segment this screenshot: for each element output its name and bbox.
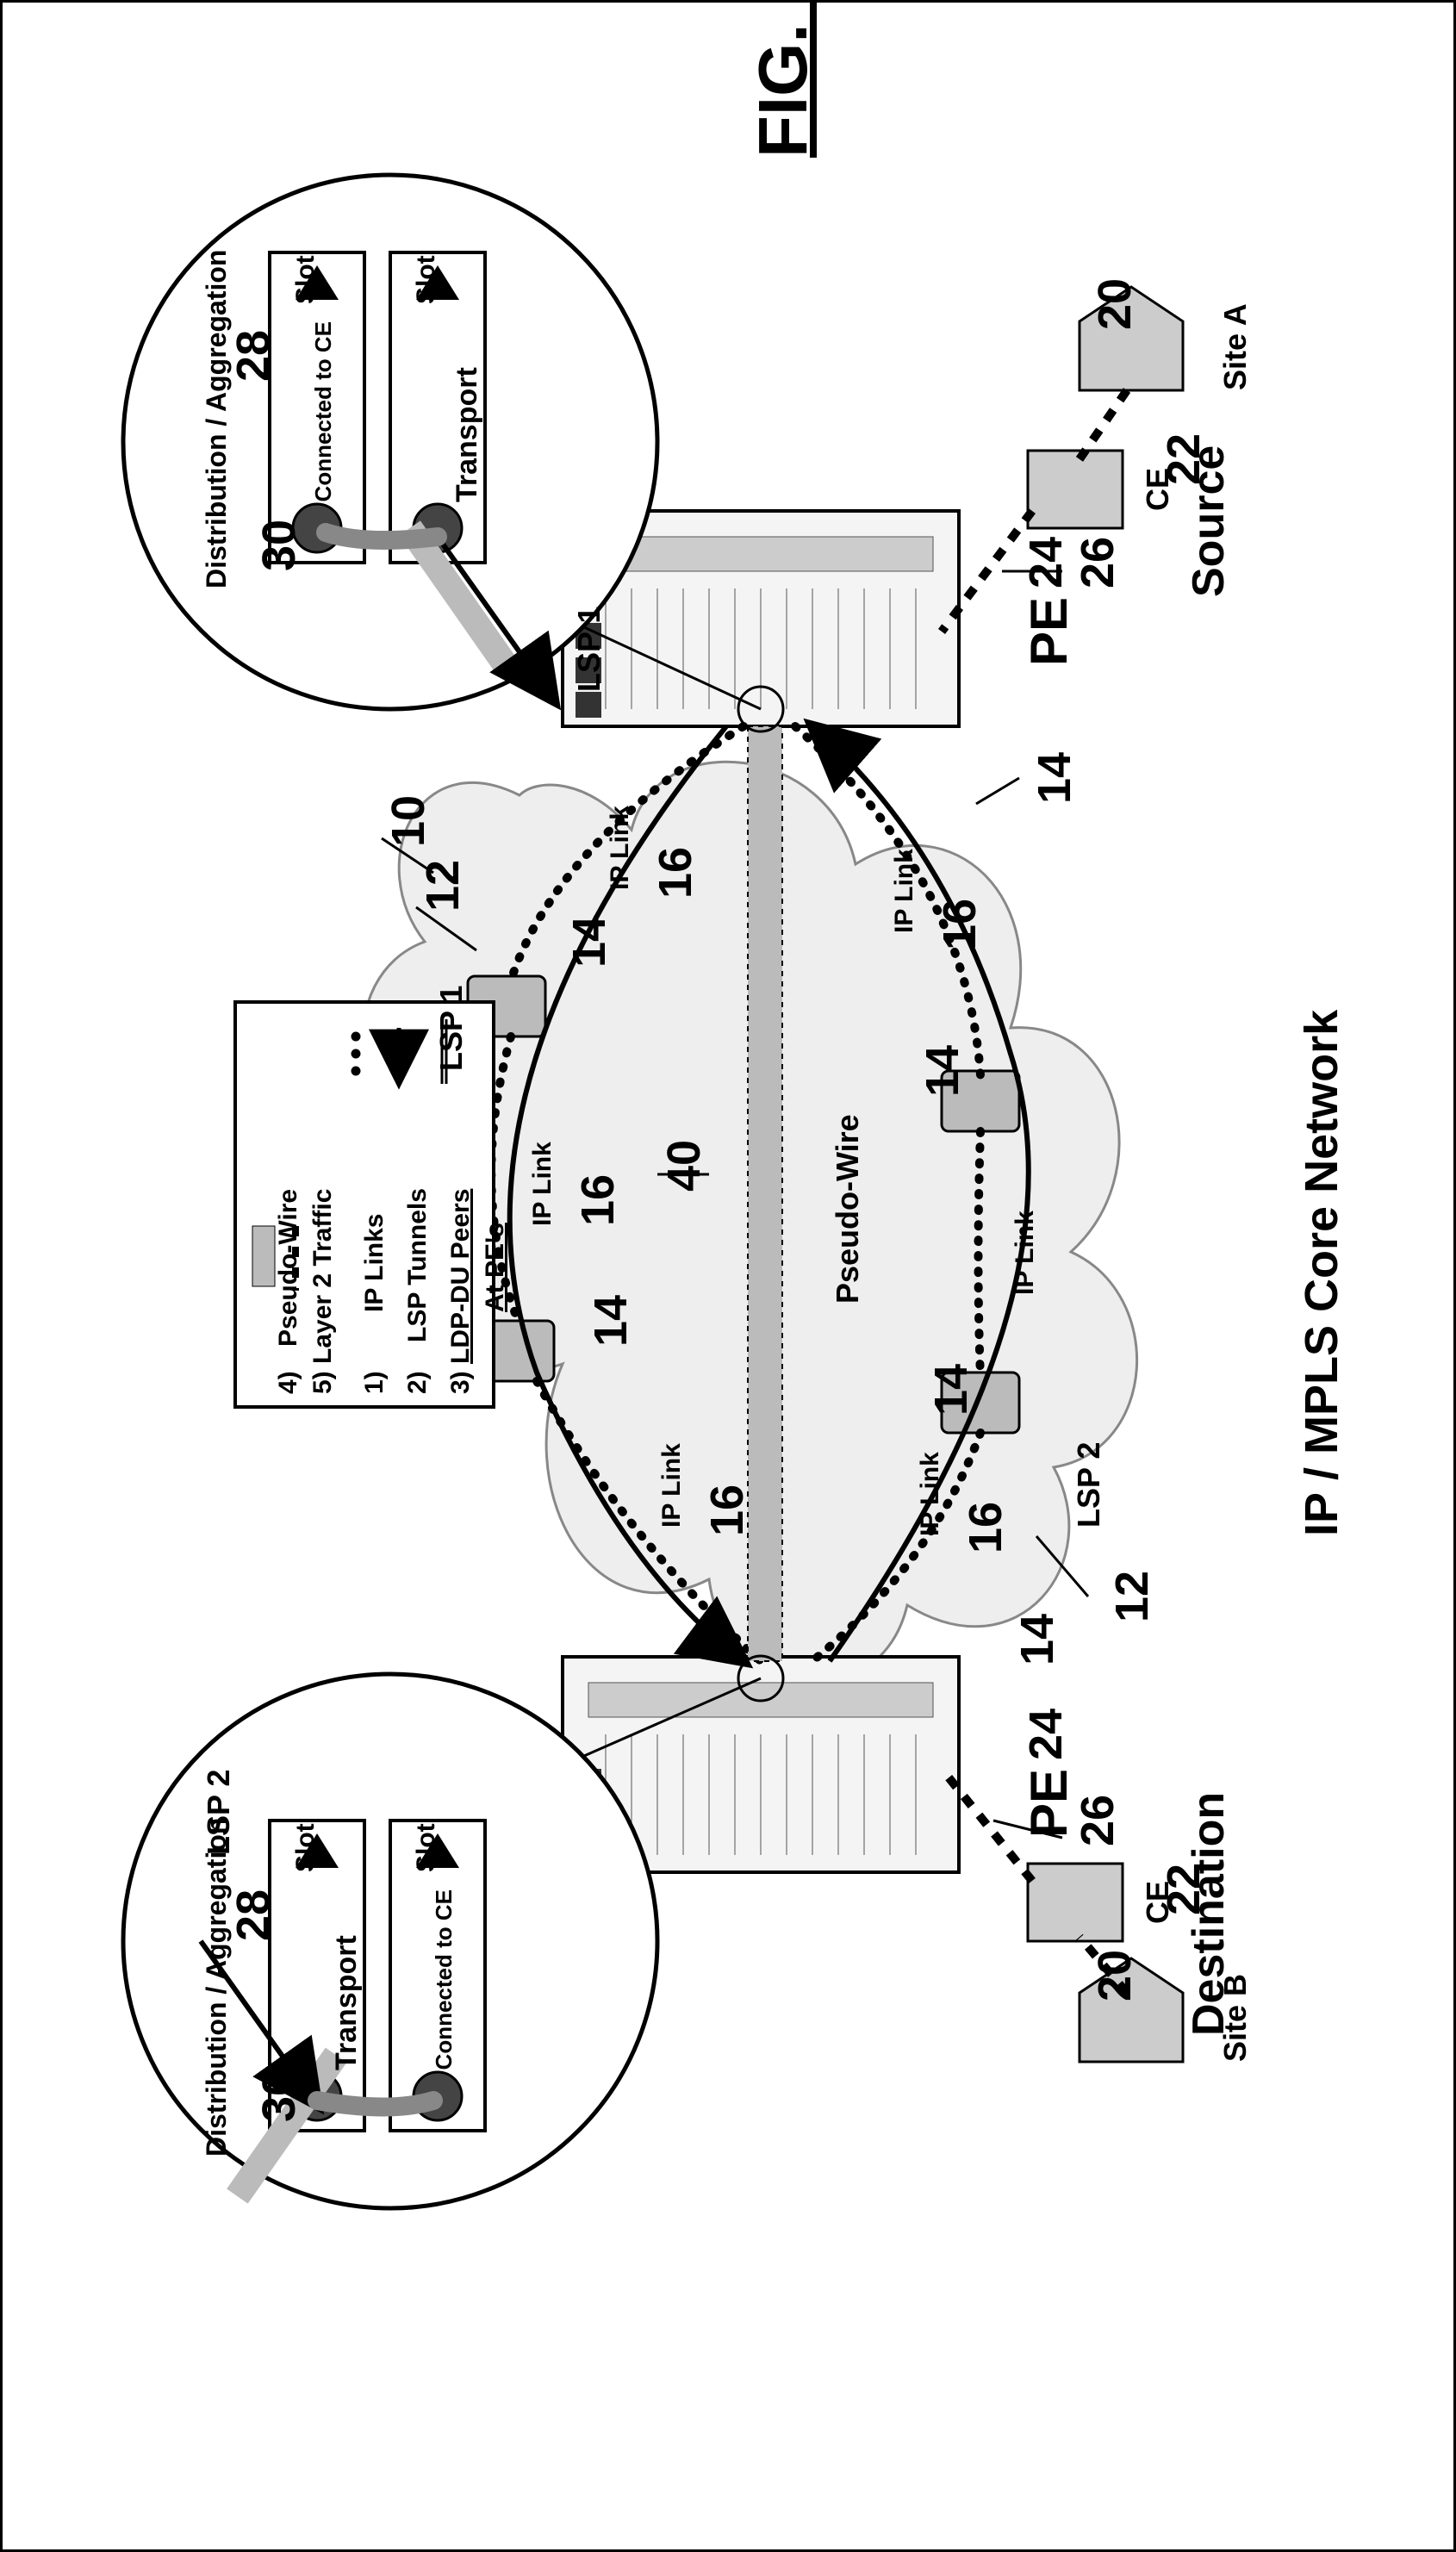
- lbl-connected-s: Connected to CE: [310, 321, 337, 501]
- page: FIG. 1: [0, 0, 1456, 2552]
- ref-30a: 30: [252, 520, 306, 571]
- ref-14a: 14: [1028, 752, 1081, 804]
- lbl-pseudowire: Pseudo-Wire: [830, 1114, 866, 1304]
- ref-22b: 22: [1157, 1864, 1210, 1915]
- legend-n2: 2): [403, 1371, 432, 1394]
- ref-16c: 16: [700, 1485, 754, 1536]
- ref-22a: 22: [1157, 433, 1210, 485]
- ref-16a: 16: [649, 847, 702, 899]
- figure-title: FIG. 1: [744, 0, 823, 158]
- ref-16f: 16: [959, 1502, 1012, 1553]
- lbl-peb: PE: [1019, 1769, 1079, 1838]
- legend-l2: LSP Tunnels: [403, 1188, 432, 1342]
- lbl-lsp1-inset: LSP 1: [571, 607, 607, 692]
- lbl-iplink-6: IP Link: [916, 1452, 945, 1536]
- lbl-iplink-4: IP Link: [890, 849, 919, 933]
- legend-l1: IP Links: [360, 1214, 389, 1313]
- lbl-lsp2-inset: LSP 2: [201, 1770, 237, 1855]
- lbl-slot-d2: Slot: [412, 1823, 441, 1872]
- ref-24a: 24: [1019, 537, 1073, 588]
- lbl-distagg-s: Distribution / Aggregation: [201, 250, 233, 588]
- ce-b: [1028, 1864, 1123, 1941]
- ref-40: 40: [657, 1140, 711, 1192]
- ref-20b: 20: [1088, 1950, 1142, 2001]
- ref-10: 10: [382, 795, 435, 847]
- ref-26b: 26: [1071, 1795, 1124, 1846]
- lbl-siteb: Site B: [1217, 1974, 1254, 2062]
- legend-l3: LDP-DU Peers: [446, 1189, 476, 1364]
- ce-a: [1028, 451, 1123, 528]
- legend-l5: Layer 2 Traffic: [308, 1189, 338, 1364]
- lbl-transport-s: Transport: [451, 367, 484, 502]
- lbl-iplink-5: IP Link: [1011, 1211, 1040, 1295]
- legend-n1: 1): [360, 1371, 389, 1394]
- legend-n4: 4): [274, 1371, 303, 1394]
- lbl-lsp2-path: LSP 2: [1071, 1442, 1107, 1528]
- lbl-distagg-d: Distribution / Aggregation: [201, 1818, 233, 2157]
- ref-28b: 28: [227, 1889, 280, 1941]
- ref-24b: 24: [1019, 1709, 1073, 1760]
- ref-12a: 12: [416, 860, 470, 912]
- ref-14e: 14: [924, 1364, 978, 1416]
- ref-16b: 16: [571, 1174, 625, 1226]
- lbl-lsp1-path: LSP 1: [433, 986, 470, 1071]
- lbl-pea: PE: [1019, 597, 1079, 666]
- ref-16d: 16: [933, 899, 986, 950]
- legend-title: At PE's: [481, 1223, 510, 1312]
- ref-30b: 30: [252, 2070, 306, 2122]
- lbl-sitea: Site A: [1217, 303, 1254, 390]
- legend-n3: 3): [446, 1371, 476, 1394]
- footer-caption: IP / MPLS Core Network: [1295, 1010, 1348, 1536]
- ref-14d: 14: [916, 1045, 969, 1097]
- lbl-slot-s2: Slot: [412, 255, 441, 304]
- ref-20a: 20: [1088, 278, 1142, 330]
- ref-14c: 14: [584, 1295, 638, 1347]
- diagram-stage: IP / MPLS Core Network Source Destinatio…: [106, 140, 1355, 2415]
- lbl-iplink-2: IP Link: [528, 1142, 557, 1226]
- lbl-slot-s1: Slot: [291, 255, 320, 304]
- lbl-slot-d1: Slot: [291, 1823, 320, 1872]
- lbl-iplink-1: IP Link: [606, 806, 635, 890]
- ref-12b: 12: [1105, 1571, 1159, 1622]
- ref-14b: 14: [563, 916, 616, 968]
- ref-28a: 28: [227, 330, 280, 382]
- ref-14f: 14: [1011, 1614, 1064, 1665]
- legend-n5: 5): [308, 1371, 338, 1394]
- legend-l4: Pseudo-Wire: [274, 1189, 303, 1347]
- lbl-transport-d: Transport: [330, 1935, 364, 2070]
- ref-26a: 26: [1071, 537, 1124, 588]
- lbl-connected-d: Connected to CE: [431, 1889, 457, 2070]
- lbl-iplink-3: IP Link: [657, 1443, 687, 1528]
